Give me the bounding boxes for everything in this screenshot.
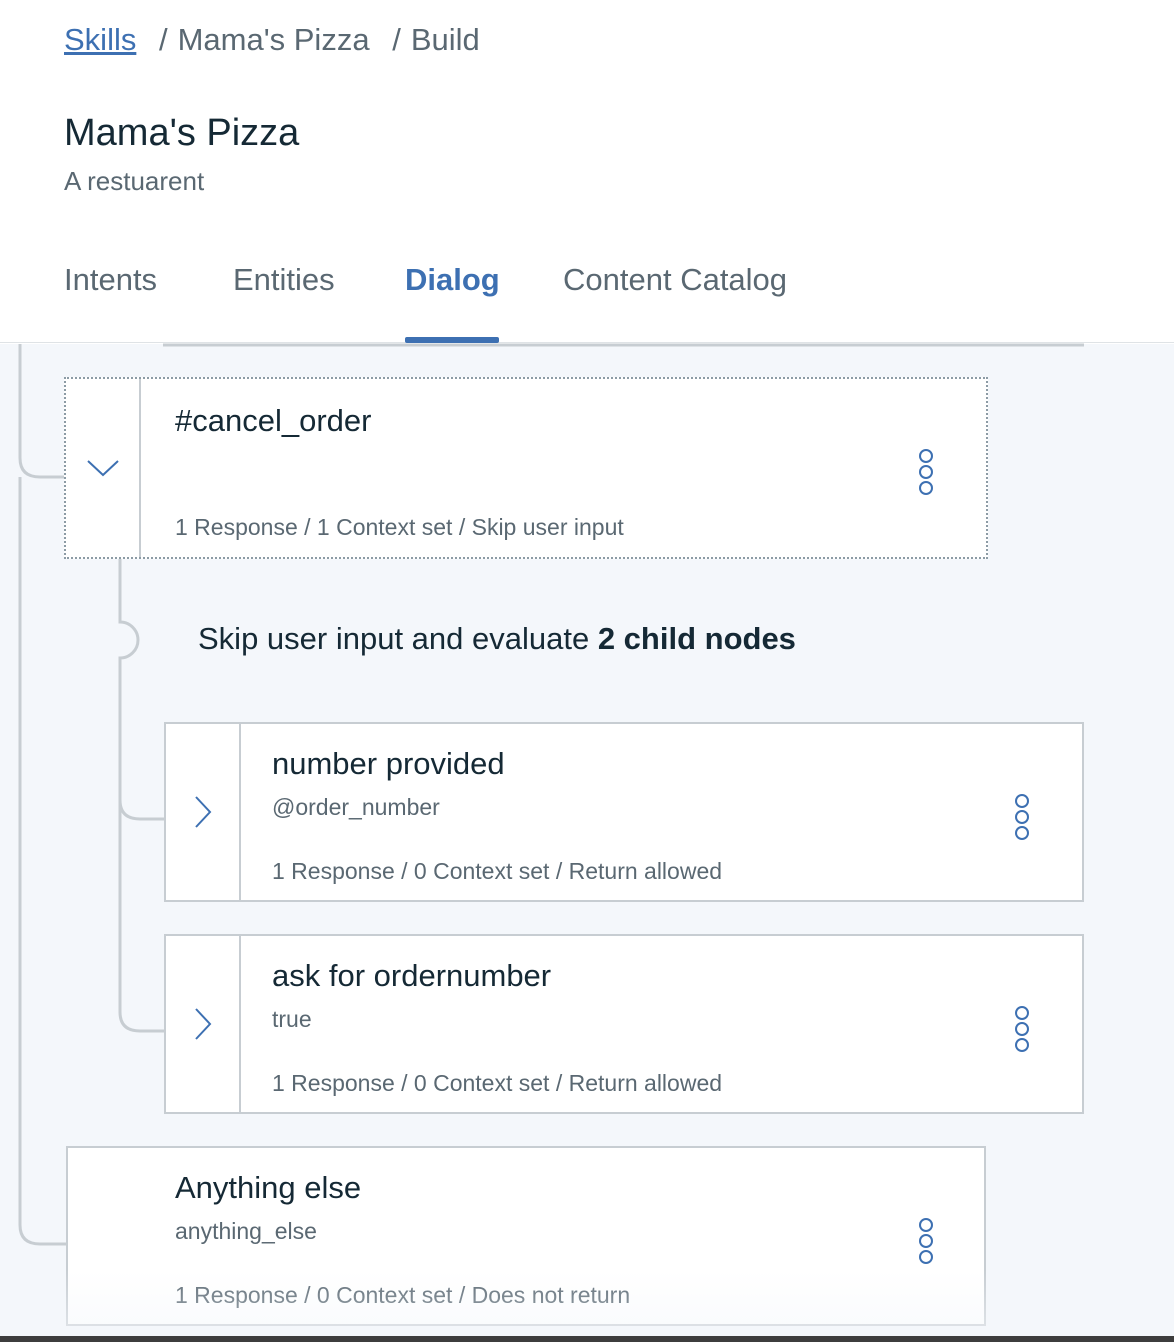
node-title: number provided bbox=[272, 746, 505, 781]
tab-content-catalog[interactable]: Content Catalog bbox=[563, 262, 787, 298]
page-title: Mama's Pizza bbox=[64, 112, 300, 154]
active-tab-indicator bbox=[405, 337, 499, 343]
skill-description: A restuarent bbox=[64, 166, 205, 196]
node-collapse-toggle[interactable] bbox=[66, 379, 141, 557]
breadcrumb-separator: / bbox=[392, 22, 401, 57]
breadcrumb-page: Build bbox=[410, 22, 480, 57]
skip-note-text: Skip user input and evaluate bbox=[198, 621, 598, 656]
tab-entities[interactable]: Entities bbox=[233, 262, 335, 298]
tab-dialog[interactable]: Dialog bbox=[405, 262, 500, 298]
overflow-menu-icon[interactable] bbox=[912, 1216, 940, 1274]
child-node-count: 2 child nodes bbox=[597, 621, 796, 656]
node-expand-toggle[interactable] bbox=[166, 724, 241, 900]
breadcrumb-skills-link[interactable]: Skills bbox=[64, 22, 136, 57]
node-summary: 1 Response / 0 Context set / Does not re… bbox=[175, 1282, 631, 1308]
overflow-menu-icon[interactable] bbox=[1008, 1004, 1036, 1062]
node-condition: anything_else bbox=[175, 1218, 317, 1244]
dialog-node-anything-else[interactable]: Anything else anything_else 1 Response /… bbox=[66, 1146, 986, 1326]
node-condition: true bbox=[272, 1006, 312, 1032]
node-summary: 1 Response / 1 Context set / Skip user i… bbox=[175, 514, 624, 540]
breadcrumb-skill-name: Mama's Pizza bbox=[177, 22, 370, 57]
chevron-down-icon bbox=[86, 460, 119, 477]
tab-intents[interactable]: Intents bbox=[64, 262, 157, 298]
dialog-node-cancel-order[interactable]: #cancel_order 1 Response / 1 Context set… bbox=[64, 377, 988, 559]
chevron-right-icon bbox=[194, 1008, 211, 1040]
dialog-node-ask-for-ordernumber[interactable]: ask for ordernumber true 1 Response / 0 … bbox=[164, 934, 1084, 1114]
node-condition: @order_number bbox=[272, 794, 440, 820]
node-title: Anything else bbox=[175, 1170, 362, 1205]
breadcrumb-separator: / bbox=[158, 22, 168, 57]
skip-user-input-note: Skip user input and evaluate 2 child nod… bbox=[198, 621, 796, 657]
node-title: ask for ordernumber bbox=[272, 958, 552, 993]
node-summary: 1 Response / 0 Context set / Return allo… bbox=[272, 858, 723, 884]
chevron-right-icon bbox=[194, 796, 211, 828]
node-expand-toggle[interactable] bbox=[166, 936, 241, 1112]
page-header: Skills / Mama's Pizza / Build Mama's Pizza… bbox=[0, 0, 1174, 343]
dialog-node-number-provided[interactable]: number provided @order_number 1 Response… bbox=[164, 722, 1084, 902]
breadcrumb: Skills / Mama's Pizza / Build bbox=[64, 22, 480, 58]
overflow-menu-icon[interactable] bbox=[1008, 792, 1036, 850]
node-summary: 1 Response / 0 Context set / Return allo… bbox=[272, 1070, 723, 1096]
node-title: #cancel_order bbox=[175, 403, 372, 438]
overflow-menu-icon[interactable] bbox=[912, 447, 940, 505]
window-bottom-edge bbox=[0, 1336, 1174, 1342]
